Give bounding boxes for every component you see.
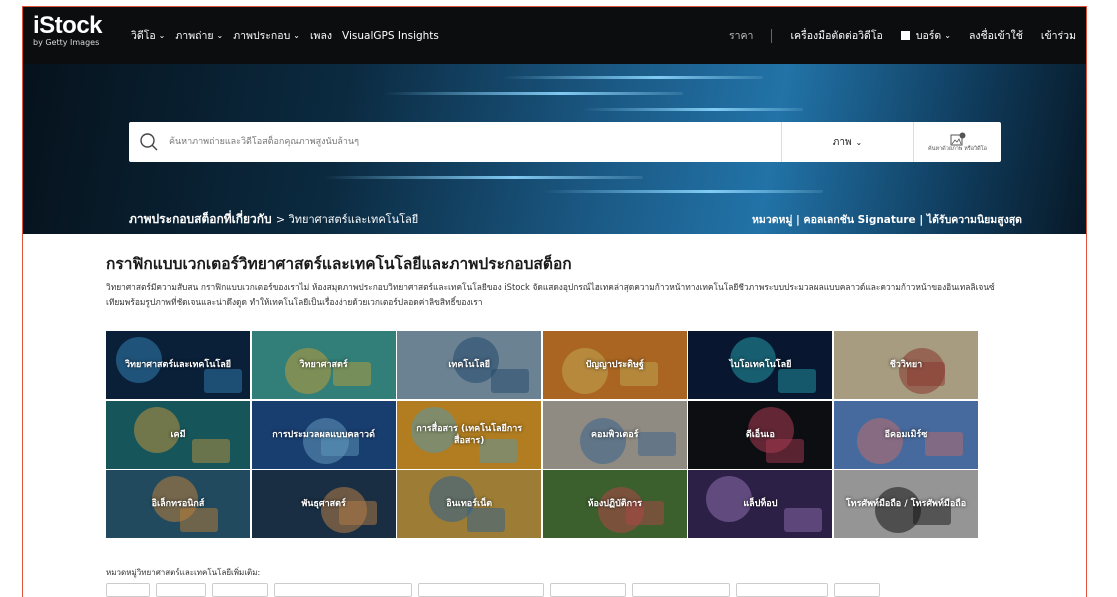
breadcrumb-prefix[interactable]: ภาพประกอบสต็อกที่เกี่ยวกับ	[129, 212, 272, 226]
hero-banner: ภาพ ⌄ ค้นหาด้วยภาพ หรือวิดีโอ ภาพประกอบส…	[23, 64, 1086, 234]
nav-item[interactable]: ภาพถ่าย ⌄	[175, 27, 223, 44]
breadcrumb-current: > วิทยาศาสตร์และเทคโนโลยี	[275, 213, 419, 226]
nav-price-link[interactable]: ราคา	[729, 27, 753, 44]
category-chip[interactable]	[106, 583, 150, 597]
hero-light-streak	[543, 190, 823, 193]
nav-boards-label: บอร์ด	[915, 30, 942, 42]
category-tile[interactable]: ปัญญาประดิษฐ์	[542, 331, 687, 399]
category-tile-label: พันธุศาสตร์	[301, 499, 346, 509]
chevron-down-icon: ⌄	[158, 31, 166, 40]
category-chip[interactable]	[736, 583, 828, 597]
nav-menu-left: วิดีโอ ⌄ ภาพถ่าย ⌄ ภาพประกอบ ⌄ เพลง VisualGPS I…	[131, 27, 439, 44]
nav-item[interactable]: เพลง	[310, 27, 332, 44]
category-tile-label: คอมพิวเตอร์	[591, 429, 639, 440]
top-navigation: iStock by Getty Images วิดีโอ ⌄ ภาพถ่าย ⌄ ภา…	[23, 7, 1086, 64]
image-search-icon	[950, 132, 965, 146]
hero-sub-links[interactable]: หมวดหมู่ | คอลเลกชัน Signature | ได้รับค…	[752, 211, 1022, 228]
hero-light-streak	[383, 92, 683, 95]
nav-signin-link[interactable]: ลงชื่อเข้าใช้	[969, 27, 1023, 44]
search-bar: ภาพ ⌄ ค้นหาด้วยภาพ หรือวิดีโอ	[129, 122, 1001, 162]
chevron-down-icon: ⌄	[855, 137, 863, 147]
category-tile-label: ชีววิทยา	[889, 360, 923, 370]
category-tile[interactable]: โทรศัพท์มือถือ / โทรศัพท์มือถือ	[833, 470, 978, 538]
category-tile[interactable]: วิทยาศาสตร์	[251, 331, 396, 399]
nav-item-label: ภาพประกอบ	[233, 30, 291, 42]
search-input[interactable]	[169, 123, 781, 161]
category-tile[interactable]: เทคโนโลยี	[397, 331, 542, 399]
category-tile[interactable]: การสื่อสาร (เทคโนโลยีการสื่อสาร)	[397, 400, 542, 469]
nav-item-label: VisualGPS Insights	[342, 29, 439, 42]
category-tile[interactable]: อินเทอร์เน็ต	[397, 470, 542, 538]
chevron-down-icon: ⌄	[216, 31, 224, 40]
category-tile[interactable]: การประมวลผลแบบคลาวด์	[251, 400, 396, 469]
category-chip[interactable]	[212, 583, 268, 597]
category-tile-label: ไบโอเทคโนโลยี	[729, 360, 792, 370]
nav-menu-right: ราคา เครื่องมือตัดต่อวิดีโอ บอร์ด ⌄ ลงชื…	[729, 27, 1076, 44]
logo-text: iStock	[33, 12, 103, 39]
category-tile[interactable]: อีคอมเมิร์ซ	[833, 400, 978, 469]
page-description: วิทยาศาสตร์มีความสับสน กราฟิกแบบเวกเตอร์…	[106, 282, 995, 307]
istock-logo[interactable]: iStock by Getty Images	[33, 12, 103, 48]
logo-subtext: by Getty Images	[33, 38, 100, 47]
nav-video-editor-link[interactable]: เครื่องมือตัดต่อวิดีโอ	[790, 27, 882, 44]
breadcrumb: ภาพประกอบสต็อกที่เกี่ยวกับ > วิทยาศาสตร์…	[129, 210, 418, 229]
nav-item-label: เพลง	[309, 30, 333, 42]
chevron-down-icon: ⌄	[944, 31, 951, 40]
category-tile[interactable]: แล็ปท็อป	[688, 470, 833, 538]
category-tile[interactable]: ห้องปฏิบัติการ	[542, 470, 687, 538]
chevron-down-icon: ⌄	[293, 31, 300, 40]
nav-item[interactable]: วิดีโอ ⌄	[131, 27, 165, 44]
nav-join-link[interactable]: เข้าร่วม	[1041, 27, 1076, 44]
category-tile-label: โทรศัพท์มือถือ / โทรศัพท์มือถือ	[845, 499, 967, 509]
search-by-image-label: ค้นหาด้วยภาพ หรือวิดีโอ	[928, 146, 987, 152]
hero-light-streak	[583, 108, 803, 111]
category-tile-label: อีคอมเมิร์ซ	[884, 429, 928, 440]
category-tile-label: อิเล็กทรอนิกส์	[151, 499, 205, 509]
category-tile[interactable]: คอมพิวเตอร์	[542, 400, 687, 469]
category-chip[interactable]	[834, 583, 880, 597]
category-tile-label: การสื่อสาร (เทคโนโลยีการสื่อสาร)	[416, 423, 523, 446]
category-tile[interactable]: ชีววิทยา	[833, 331, 978, 399]
more-categories-chips	[106, 583, 880, 597]
category-tile-label: การประมวลผลแบบคลาวด์	[272, 429, 375, 440]
search-by-image-button[interactable]: ค้นหาด้วยภาพ หรือวิดีโอ	[913, 122, 1001, 162]
category-tile[interactable]: เคมี	[106, 400, 250, 469]
nav-item[interactable]: ภาพประกอบ ⌄	[233, 27, 300, 44]
category-tile[interactable]: ดีเอ็นเอ	[688, 400, 833, 469]
category-tile-label: ดีเอ็นเอ	[745, 429, 775, 440]
search-type-label: ภาพ	[832, 136, 852, 148]
board-icon	[900, 31, 910, 40]
category-chip[interactable]	[418, 583, 544, 597]
category-tile-label: แล็ปท็อป	[743, 499, 778, 509]
nav-item-label: ภาพถ่าย	[175, 30, 214, 42]
hero-light-streak	[503, 76, 763, 79]
category-chip[interactable]	[156, 583, 206, 597]
category-tile[interactable]: อิเล็กทรอนิกส์	[106, 470, 250, 538]
category-tile[interactable]: วิทยาศาสตร์และเทคโนโลยี	[106, 331, 250, 399]
nav-divider	[771, 28, 773, 43]
category-chip[interactable]	[274, 583, 412, 597]
category-tile-label: วิทยาศาสตร์และเทคโนโลยี	[124, 360, 232, 370]
category-chip[interactable]	[632, 583, 730, 597]
category-tile-label: เคมี	[170, 429, 186, 440]
more-categories-label: หมวดหมู่วิทยาศาสตร์และเทคโนโลยีเพิ่มเติม…	[106, 568, 261, 577]
nav-boards-menu[interactable]: บอร์ด ⌄	[900, 27, 951, 44]
search-type-select[interactable]: ภาพ ⌄	[781, 122, 913, 162]
category-tile[interactable]: ไบโอเทคโนโลยี	[688, 331, 833, 399]
category-chip[interactable]	[550, 583, 626, 597]
category-grid: วิทยาศาสตร์และเทคโนโลยี วิทยาศาสตร์ เทคโนโ…	[106, 331, 978, 538]
category-tile-label: ปัญญาประดิษฐ์	[585, 360, 644, 370]
search-icon[interactable]	[129, 122, 169, 162]
category-tile-label: ห้องปฏิบัติการ	[587, 499, 642, 509]
category-tile-label: เทคโนโลยี	[448, 360, 490, 370]
nav-item[interactable]: VisualGPS Insights	[342, 27, 439, 44]
page-title: กราฟิกแบบเวกเตอร์วิทยาศาสตร์และเทคโนโลยี…	[106, 255, 572, 273]
category-tile[interactable]: พันธุศาสตร์	[251, 470, 396, 538]
nav-item-label: วิดีโอ	[131, 30, 156, 42]
category-tile-label: วิทยาศาสตร์	[299, 360, 348, 370]
hero-light-streak	[323, 176, 643, 179]
category-tile-label: อินเทอร์เน็ต	[446, 499, 493, 509]
